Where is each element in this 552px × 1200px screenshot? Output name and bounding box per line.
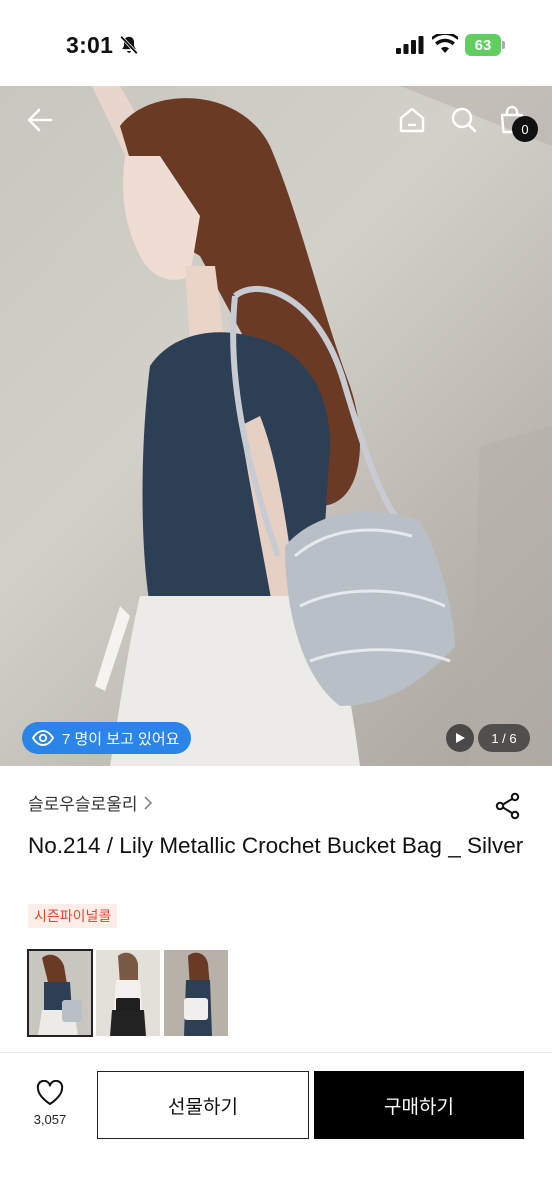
- home-button[interactable]: [390, 98, 434, 142]
- bottom-bar-divider: [0, 1052, 552, 1053]
- battery-indicator: 63: [465, 34, 505, 56]
- like-button[interactable]: 3,057: [28, 1080, 72, 1132]
- image-page-indicator: 1 / 6: [478, 724, 530, 752]
- thumbnail-photo: [96, 950, 160, 1036]
- gift-button[interactable]: 선물하기: [97, 1071, 309, 1139]
- search-button[interactable]: [442, 98, 486, 142]
- back-button[interactable]: [18, 98, 62, 142]
- thumbnail-3[interactable]: [164, 950, 228, 1036]
- product-image-carousel[interactable]: 0 7 명이 보고 있어요 1 / 6: [0, 86, 552, 766]
- back-arrow-icon: [27, 108, 53, 132]
- product-title: No.214 / Lily Metallic Crochet Bucket Ba…: [28, 833, 524, 858]
- status-bar: 3:01 63: [0, 0, 552, 86]
- signal-icon: [396, 36, 424, 54]
- eye-icon: [32, 730, 54, 746]
- like-count: 3,057: [33, 1112, 67, 1127]
- share-icon[interactable]: [494, 792, 522, 820]
- thumbnail-photo: [28, 950, 92, 1036]
- status-time: 3:01: [66, 32, 114, 58]
- brand-link[interactable]: 슬로우슬로울리: [28, 790, 153, 815]
- play-icon: [456, 733, 465, 743]
- brand-name: 슬로우슬로울리: [28, 795, 138, 814]
- thumbnail-photo: [164, 950, 228, 1036]
- play-button[interactable]: [446, 724, 474, 752]
- viewers-badge: 7 명이 보고 있어요: [22, 722, 192, 754]
- thumbnail-strip: [27, 949, 228, 1037]
- promo-tag: 시즌파이널콜: [28, 904, 118, 928]
- bell-slash-icon: [120, 35, 138, 55]
- search-icon: [451, 107, 477, 133]
- thumbnail-2[interactable]: [96, 950, 160, 1036]
- home-icon: [399, 107, 425, 133]
- battery-level: 63: [474, 36, 492, 54]
- viewers-text: 7 명이 보고 있어요: [62, 730, 180, 748]
- heart-icon: [36, 1080, 64, 1105]
- thumbnail-1[interactable]: [27, 949, 93, 1037]
- cart-count-badge: 0: [512, 116, 538, 142]
- buy-button[interactable]: 구매하기: [314, 1071, 524, 1139]
- chevron-right-icon: [144, 795, 153, 810]
- wifi-icon: [432, 34, 458, 53]
- product-photo: [92, 86, 552, 766]
